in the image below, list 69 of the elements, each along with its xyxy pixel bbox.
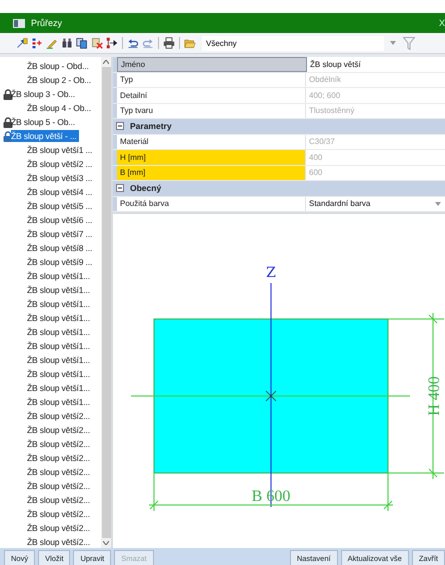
- window-title: Průřezy: [31, 18, 62, 28]
- collapse-icon[interactable]: [116, 184, 124, 192]
- caret-icon: [390, 41, 396, 45]
- property-name: Typ: [117, 72, 306, 87]
- window-icon: [13, 18, 25, 28]
- close-button[interactable]: X: [438, 18, 445, 28]
- list-item[interactable]: ŽB sloup větší2 ...: [16, 158, 94, 170]
- list-item[interactable]: ŽB sloup větší1...: [16, 326, 92, 338]
- property-name: H [mm]: [117, 150, 306, 164]
- arrow-icon[interactable]: [16, 37, 28, 49]
- list-item[interactable]: ŽB sloup větší2...: [16, 466, 92, 478]
- scroll-up-icon[interactable]: [103, 60, 109, 64]
- list-item[interactable]: ŽB sloup větší1...: [16, 396, 92, 408]
- list-item[interactable]: ŽB sloup 4 - Ob...: [16, 102, 93, 114]
- axis-label: Z: [266, 265, 276, 281]
- height-dimension-label: H 400: [426, 376, 443, 416]
- list-item[interactable]: ŽB sloup větší2...: [16, 522, 92, 534]
- group-header: Obecný: [130, 183, 162, 194]
- list-item[interactable]: ŽB sloup větší9 ...: [16, 256, 94, 268]
- binoculars-icon[interactable]: [61, 37, 73, 49]
- list-item[interactable]: ŽB sloup větší2...: [16, 452, 92, 464]
- property-name: Typ tvaru: [117, 104, 306, 118]
- list-item[interactable]: ŽB sloup větší1...: [16, 270, 92, 282]
- list-item[interactable]: ŽB sloup větší2...: [16, 494, 92, 506]
- property-name: Jméno: [117, 57, 307, 72]
- list-item[interactable]: ŽB sloup větší3 ...: [16, 172, 94, 184]
- list-item[interactable]: ŽB sloup větší1...: [16, 354, 92, 366]
- caret-icon: [435, 202, 441, 206]
- property-name: Materiál: [117, 134, 306, 149]
- list-item[interactable]: ŽB sloup větší - ...: [11, 130, 78, 142]
- printer-icon[interactable]: [163, 37, 175, 49]
- list-item[interactable]: ŽB sloup větší1...: [16, 312, 92, 324]
- pencil-icon[interactable]: [46, 37, 58, 49]
- collapse-icon[interactable]: [116, 122, 124, 130]
- list-item[interactable]: ŽB sloup větší1 ...: [16, 144, 94, 156]
- property-value[interactable]: ŽB sloup větší: [307, 57, 445, 72]
- list-item[interactable]: ŽB sloup větší2...: [16, 536, 92, 548]
- list-item[interactable]: ŽB sloup větší4 ...: [16, 186, 94, 198]
- centroid-icon: [266, 390, 276, 402]
- list-item[interactable]: ŽB sloup větší2...: [16, 480, 92, 492]
- list-item[interactable]: ŽB sloup větší1...: [16, 368, 92, 380]
- color-dropdown[interactable]: Standardní barva: [306, 196, 445, 211]
- list-item[interactable]: ŽB sloup větší1...: [16, 298, 92, 310]
- list-item[interactable]: ŽB sloup větší1...: [16, 382, 92, 394]
- list-item[interactable]: ŽB sloup větší1...: [16, 284, 92, 296]
- list-item[interactable]: ŽB sloup větší7 ...: [16, 228, 94, 240]
- list-item[interactable]: ŽB sloup 5 - Ob...: [11, 116, 77, 128]
- tree-icon[interactable]: [106, 37, 118, 49]
- list-item[interactable]: ŽB sloup větší2...: [16, 410, 92, 422]
- copy-icon[interactable]: [76, 37, 88, 49]
- list-item[interactable]: ŽB sloup větší2...: [16, 508, 92, 520]
- list-item[interactable]: ŽB sloup větší2...: [16, 424, 92, 436]
- delete-icon[interactable]: [91, 37, 103, 49]
- list-item[interactable]: ŽB sloup 2 - Ob...: [16, 74, 93, 86]
- list-item[interactable]: ŽB sloup větší1...: [16, 340, 92, 352]
- group-header: Parametry: [130, 121, 172, 132]
- property-name: B [mm]: [117, 166, 306, 180]
- list-icon[interactable]: [31, 37, 43, 49]
- property-name: Použitá barva: [117, 196, 306, 211]
- list-item[interactable]: ŽB sloup - Obd...: [16, 60, 91, 72]
- undo-icon[interactable]: [127, 37, 139, 49]
- list-item[interactable]: ŽB sloup větší5 ...: [16, 200, 94, 212]
- folder-icon[interactable]: [184, 37, 196, 49]
- list-item[interactable]: ŽB sloup větší6 ...: [16, 214, 94, 226]
- property-name: Detailní: [117, 88, 306, 102]
- list-item[interactable]: ŽB sloup větší8 ...: [16, 242, 94, 254]
- list-item[interactable]: ŽB sloup větší2...: [16, 438, 92, 450]
- scroll-down-icon[interactable]: [103, 541, 109, 545]
- list-item[interactable]: ŽB sloup 3 - Ob...: [11, 88, 77, 100]
